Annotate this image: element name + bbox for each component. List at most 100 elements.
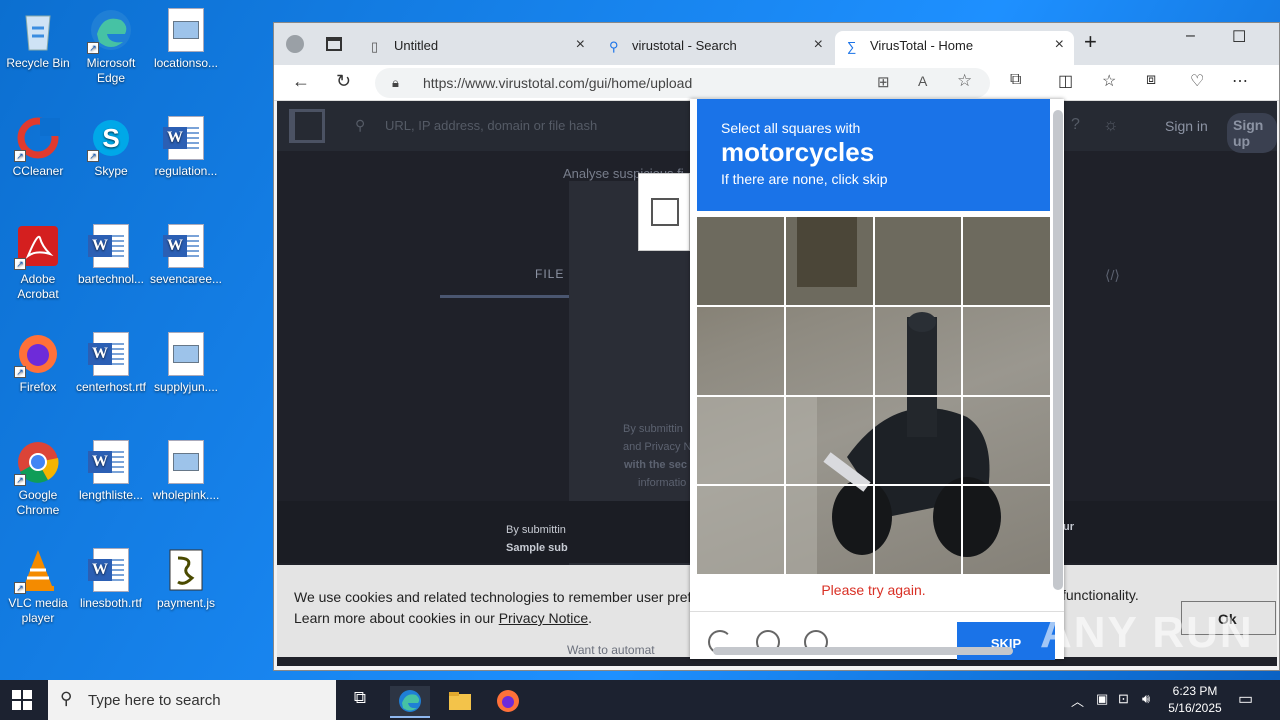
file-explorer-icon[interactable] xyxy=(440,686,480,718)
desktop-icon-image-file[interactable]: locationso... xyxy=(148,8,224,71)
desktop-icon-word-file[interactable]: W regulation... xyxy=(148,116,224,179)
minimize-icon[interactable]: – xyxy=(1186,27,1195,45)
desktop-icon-word-file[interactable]: W sevencaree... xyxy=(148,224,224,287)
desktop-icon-word-file[interactable]: W centerhost.rtf xyxy=(73,332,149,395)
desktop-icon-recycle-bin[interactable]: Recycle Bin xyxy=(0,8,76,71)
taskbar-firefox-icon[interactable] xyxy=(488,686,528,718)
security-text: with the sec xyxy=(624,459,687,471)
taskbar: ⚲ Type here to search ⧉ ︿ ▣ ⊡ 🔊︎ 6:23 PM… xyxy=(0,680,1280,720)
captcha-tile[interactable] xyxy=(873,216,963,306)
captcha-tile[interactable] xyxy=(784,485,874,575)
clock[interactable]: 6:23 PM 5/16/2025 xyxy=(1165,683,1225,717)
desktop-icon-script-file[interactable]: payment.js xyxy=(148,548,224,611)
captcha-tile[interactable] xyxy=(696,485,785,575)
desktop-icon-word-file[interactable]: W lengthliste... xyxy=(73,440,149,503)
word-doc-icon: W xyxy=(163,116,208,160)
desktop-icon-firefox[interactable]: ↗ Firefox xyxy=(0,332,76,395)
collections-icon[interactable]: ⧈ xyxy=(1146,71,1156,89)
close-tab-icon[interactable]: × xyxy=(814,36,823,54)
tray-device-icon[interactable]: ▣ xyxy=(1096,691,1108,707)
terms-text: By submittin xyxy=(623,423,683,435)
captcha-checkbox[interactable] xyxy=(651,198,679,226)
windows-start-icon[interactable] xyxy=(12,690,32,710)
notifications-icon[interactable]: ▭ xyxy=(1238,689,1253,709)
theme-icon[interactable]: ☼ xyxy=(1103,115,1119,135)
lock-icon[interactable]: 🔒︎ xyxy=(392,75,399,91)
word-doc-icon: W xyxy=(88,440,133,484)
captcha-tile[interactable] xyxy=(784,395,874,486)
profile-icon[interactable] xyxy=(286,35,304,53)
captcha-tile[interactable] xyxy=(962,485,1051,575)
desktop-icon-google-chrome[interactable]: ↗ Google Chrome xyxy=(0,440,76,518)
edge-icon: ↗ xyxy=(87,8,133,54)
desktop-icon-skype[interactable]: S ↗ Skype xyxy=(73,116,149,179)
desktop-icon-microsoft-edge[interactable]: ↗ Microsoft Edge xyxy=(73,8,149,86)
captcha-tile[interactable] xyxy=(873,305,963,396)
word-doc-icon: W xyxy=(88,332,133,376)
desktop-icon-image-file[interactable]: wholepink.... xyxy=(148,440,224,503)
anyrun-watermark: ANY RUN xyxy=(1040,608,1254,657)
tab-virustotal-home[interactable]: ∑ VirusTotal - Home × xyxy=(835,31,1074,65)
privacy-notice-link[interactable]: Privacy Notice xyxy=(499,610,588,626)
tab-bar: ▯ Untitled × ⚲ virustotal - Search × ∑ V… xyxy=(274,23,1279,65)
shortcut-arrow-icon: ↗ xyxy=(87,42,99,54)
captcha-tile[interactable] xyxy=(696,395,785,486)
vertical-scrollbar[interactable] xyxy=(1053,110,1063,590)
task-view-icon[interactable]: ⧉ xyxy=(340,688,380,720)
favorite-star-icon[interactable]: ☆ xyxy=(957,71,972,91)
captcha-tile[interactable] xyxy=(962,305,1051,396)
desktop-icon-vlc[interactable]: ↗ VLC media player xyxy=(0,548,76,626)
sign-in-link[interactable]: Sign in xyxy=(1165,118,1208,134)
tab-actions-icon[interactable] xyxy=(326,37,342,51)
taskbar-search[interactable]: ⚲ Type here to search xyxy=(48,680,336,720)
url-text[interactable]: https://www.virustotal.com/gui/home/uplo… xyxy=(423,75,692,91)
captcha-tile[interactable] xyxy=(873,485,963,575)
new-tab-icon[interactable]: + xyxy=(1084,29,1097,55)
captcha-tile[interactable] xyxy=(873,395,963,486)
read-aloud-icon[interactable]: A xyxy=(918,73,927,89)
tray-chevron-icon[interactable]: ︿ xyxy=(1071,691,1084,710)
back-icon[interactable]: ← xyxy=(292,71,310,92)
image-file-icon xyxy=(164,8,208,52)
address-bar[interactable]: 🔒︎ https://www.virustotal.com/gui/home/u… xyxy=(375,68,990,98)
captcha-tile[interactable] xyxy=(784,305,874,396)
browser-essentials-icon[interactable]: ♡ xyxy=(1190,71,1204,91)
help-icon[interactable]: ? xyxy=(1071,116,1080,134)
automate-link[interactable]: Want to automat xyxy=(567,643,655,657)
close-tab-icon[interactable]: × xyxy=(1055,36,1064,54)
captcha-tile[interactable] xyxy=(696,216,785,306)
virustotal-logo-icon[interactable] xyxy=(289,109,325,143)
image-file-icon xyxy=(164,332,208,376)
captcha-tile[interactable] xyxy=(962,216,1051,306)
recycle-bin-icon xyxy=(16,8,60,52)
code-icon[interactable]: ⟨/⟩ xyxy=(1105,267,1120,284)
refresh-icon[interactable]: ↻ xyxy=(336,71,351,92)
maximize-icon[interactable]: ☐ xyxy=(1232,27,1246,47)
favorites-icon[interactable]: ☆ xyxy=(1102,71,1116,91)
split-screen-icon[interactable]: ◫ xyxy=(1058,71,1073,91)
desktop-icon-image-file[interactable]: supplyjun.... xyxy=(148,332,224,395)
tab-virustotal-search[interactable]: ⚲ virustotal - Search × xyxy=(597,31,833,65)
desktop-icon-word-file[interactable]: W bartechnol... xyxy=(73,224,149,287)
apps-icon[interactable]: ⊞ xyxy=(877,73,890,91)
sign-up-button[interactable]: Sign up xyxy=(1227,113,1277,153)
desktop-icon-adobe-acrobat[interactable]: ↗ Adobe Acrobat xyxy=(0,224,76,302)
close-tab-icon[interactable]: × xyxy=(576,36,585,54)
desktop-icon-word-file[interactable]: W linesboth.rtf xyxy=(73,548,149,611)
more-menu-icon[interactable]: ⋯ xyxy=(1232,71,1248,91)
extensions-icon[interactable]: ⧉ xyxy=(1010,71,1021,89)
tab-file[interactable]: FILE xyxy=(535,267,564,281)
search-icon: ⚲ xyxy=(355,117,366,133)
shortcut-arrow-icon: ↗ xyxy=(87,150,99,162)
tab-untitled[interactable]: ▯ Untitled × xyxy=(359,31,595,65)
network-icon[interactable]: ⊡ xyxy=(1118,691,1129,707)
captcha-tile[interactable] xyxy=(784,216,874,306)
taskbar-edge-icon[interactable] xyxy=(390,686,430,718)
captcha-tile[interactable] xyxy=(696,305,785,396)
search-icon: ⚲ xyxy=(60,689,73,708)
captcha-tile[interactable] xyxy=(962,395,1051,486)
desktop-icon-ccleaner[interactable]: ↗ CCleaner xyxy=(0,116,76,179)
vt-search-input[interactable]: URL, IP address, domain or file hash xyxy=(385,118,597,133)
horizontal-scrollbar[interactable] xyxy=(713,647,1013,655)
volume-icon[interactable]: 🔊︎ xyxy=(1142,691,1150,707)
